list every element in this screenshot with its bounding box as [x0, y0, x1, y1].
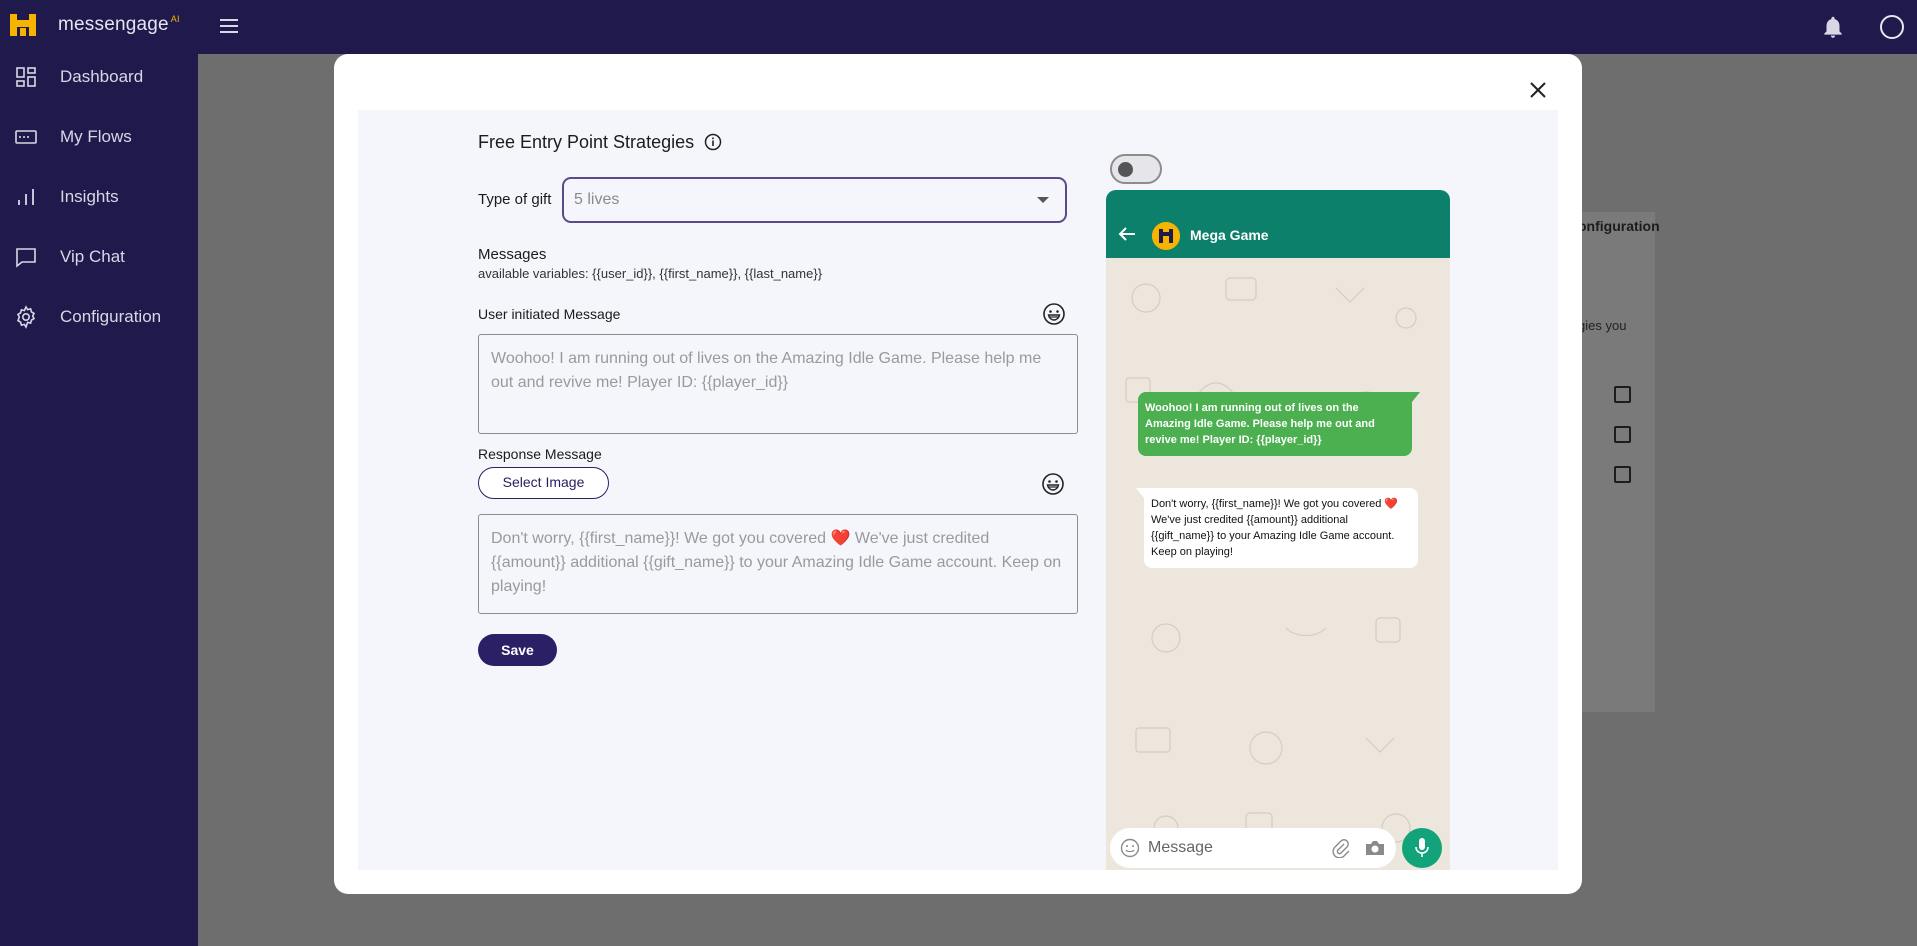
type-of-gift-label: Type of gift [478, 191, 552, 208]
brand-name: messengage AI [58, 14, 180, 35]
brand-logo-icon [1152, 222, 1180, 250]
whatsapp-header: Mega Game [1106, 190, 1450, 258]
enable-toggle[interactable] [1110, 154, 1162, 184]
emoji-icon[interactable] [1041, 472, 1065, 496]
background-checkbox [1614, 386, 1631, 403]
sidebar-item-label: Insights [60, 187, 119, 206]
modal-title: Free Entry Point Strategies [478, 132, 695, 152]
brand-logo-icon [10, 14, 36, 36]
dashboard-icon [16, 67, 36, 87]
notification-bell-icon[interactable] [1820, 14, 1846, 40]
sidebar-item-my-flows[interactable]: My Flows [0, 115, 198, 159]
back-arrow-icon[interactable] [1118, 226, 1136, 242]
profile-avatar[interactable] [1880, 15, 1904, 39]
flows-icon [15, 130, 37, 144]
microphone-icon [1415, 838, 1429, 857]
top-bar: messengage AI [0, 0, 1917, 54]
sidebar-item-label: Dashboard [60, 67, 144, 86]
background-description-text: gies you [1578, 318, 1627, 333]
background-configuration-text: onfiguration [1578, 218, 1660, 234]
gear-icon [16, 305, 36, 329]
type-of-gift-value: 5 lives [574, 191, 620, 208]
message-placeholder: Message [1148, 839, 1213, 856]
message-input[interactable]: Message [1110, 828, 1396, 868]
outgoing-message-bubble: Woohoo! I am running out of lives on the… [1138, 392, 1420, 456]
hamburger-menu-icon[interactable] [218, 16, 240, 36]
available-variables-text: available variables: {{user_id}}, {{firs… [478, 266, 823, 281]
smiley-icon[interactable] [1120, 838, 1140, 858]
paperclip-icon[interactable] [1330, 838, 1350, 858]
user-initiated-message-input[interactable]: Woohoo! I am running out of lives on the… [478, 334, 1078, 434]
sidebar-item-dashboard[interactable]: Dashboard [0, 55, 198, 99]
contact-name: Mega Game [1190, 227, 1269, 243]
sidebar-item-label: Configuration [60, 307, 162, 326]
select-image-button[interactable]: Select Image [478, 467, 609, 499]
sidebar-item-label: My Flows [60, 127, 132, 146]
messages-label: Messages [478, 246, 547, 263]
whatsapp-preview: Mega Game Woohoo! I am running out of li… [1106, 190, 1450, 870]
sidebar-item-configuration[interactable]: Configuration [0, 295, 198, 339]
insights-icon [18, 189, 34, 205]
user-initiated-message-label: User initiated Message [478, 306, 621, 322]
response-message-label: Response Message [478, 446, 602, 462]
microphone-button[interactable] [1402, 828, 1442, 868]
close-icon[interactable] [1528, 80, 1548, 100]
sidebar-item-insights[interactable]: Insights [0, 175, 198, 219]
response-message-input[interactable]: Don't worry, {{first_name}}! We got you … [478, 514, 1078, 614]
save-button[interactable]: Save [478, 634, 557, 666]
contact-avatar [1152, 222, 1180, 250]
sidebar: Dashboard My Flows Insights Vip Chat Con… [0, 54, 198, 946]
info-icon[interactable] [704, 133, 722, 151]
toggle-knob [1118, 162, 1133, 177]
sidebar-item-label: Vip Chat [60, 247, 125, 266]
type-of-gift-select[interactable]: 5 lives [562, 177, 1067, 223]
chat-icon [16, 248, 36, 268]
background-checkbox [1614, 426, 1631, 443]
camera-icon[interactable] [1364, 838, 1386, 858]
emoji-icon[interactable] [1042, 302, 1066, 326]
chevron-down-icon [1037, 197, 1049, 203]
background-checkbox [1614, 466, 1631, 483]
sidebar-item-vip-chat[interactable]: Vip Chat [0, 235, 198, 279]
incoming-message-bubble: Don't worry, {{first_name}}! We got you … [1136, 488, 1418, 568]
